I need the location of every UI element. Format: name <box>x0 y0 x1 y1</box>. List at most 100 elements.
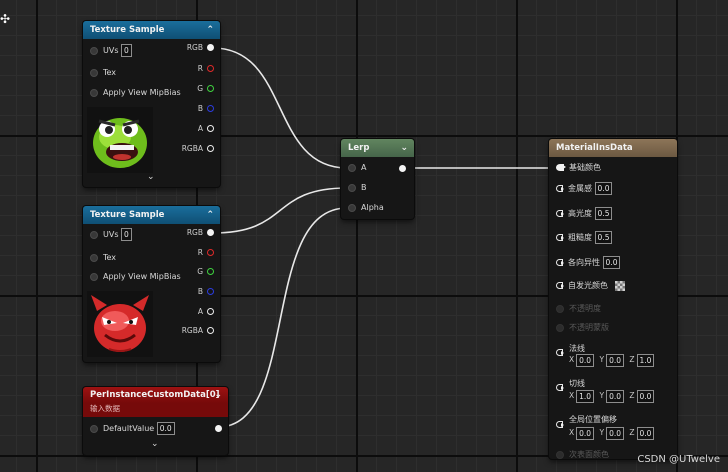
input-tex[interactable]: Tex <box>90 251 116 265</box>
input-pin-icon[interactable] <box>90 88 98 97</box>
input-anisotropy[interactable]: 各向异性 0.0 <box>556 256 621 270</box>
normal-y-field[interactable]: 0.0 <box>606 353 624 367</box>
collapse-chevron-icon[interactable]: ⌃ <box>206 206 214 224</box>
specular-value-field[interactable]: 0.5 <box>594 207 613 220</box>
output-pin-icon[interactable] <box>399 165 406 172</box>
input-roughness[interactable]: 粗糙度 0.5 <box>556 231 613 245</box>
output-pin-icon[interactable] <box>207 268 214 275</box>
texture-sample-node-1[interactable]: Texture Sample ⌃ UVs 0 Tex Apply View Mi… <box>83 21 220 187</box>
lerp-input-b[interactable]: B <box>348 181 367 195</box>
input-apply-view-mipbias[interactable]: Apply View MipBias <box>90 270 181 284</box>
output-pin-icon[interactable] <box>207 308 214 315</box>
wpo-vector-fields[interactable]: X 0.0 Y 0.0 Z 0.0 <box>569 426 657 440</box>
input-pin-icon[interactable] <box>348 183 356 192</box>
input-pin-icon[interactable] <box>90 46 98 55</box>
tangent-y-field[interactable]: 0.0 <box>606 389 624 403</box>
tangent-vector-fields[interactable]: X 1.0 Y 0.0 Z 0.0 <box>569 389 657 403</box>
expand-chevron-icon[interactable]: ⌄ <box>147 172 155 182</box>
output-pin-icon[interactable] <box>207 105 214 112</box>
tangent-z-field[interactable]: 0.0 <box>636 389 655 403</box>
input-pin-icon[interactable] <box>556 234 564 241</box>
collapse-chevron-icon[interactable]: ⌃ <box>206 21 214 39</box>
output-pin-icon[interactable] <box>207 85 214 92</box>
output-a[interactable]: A <box>198 305 214 319</box>
watermark: CSDN @UTwelve <box>637 454 720 465</box>
output-b[interactable]: B <box>198 102 214 116</box>
node-header[interactable]: Lerp ⌄ <box>341 139 414 157</box>
tangent-x-field[interactable]: 1.0 <box>576 389 595 403</box>
output-r[interactable]: R <box>198 246 214 260</box>
uvs-value-field[interactable]: 0 <box>121 44 132 57</box>
output-rgb[interactable]: RGB <box>187 226 214 240</box>
input-pin-icon[interactable] <box>348 163 356 172</box>
collapse-chevron-icon[interactable]: ⌄ <box>400 139 408 157</box>
collapse-chevron-icon[interactable]: ⌄ <box>214 387 222 403</box>
default-value-field[interactable]: 0.0 <box>156 422 175 435</box>
tangent-input-pin-icon[interactable] <box>556 384 564 391</box>
output-g[interactable]: G <box>197 265 214 279</box>
material-ins-data-node[interactable]: MaterialInsData 基础颜色 金属感 0.0 高光度 0.5 粗糙度… <box>549 139 677 459</box>
input-pin-icon[interactable] <box>90 230 98 239</box>
wpo-y-field[interactable]: 0.0 <box>606 426 624 440</box>
normal-z-field[interactable]: 1.0 <box>636 353 655 367</box>
output-g[interactable]: G <box>197 82 214 96</box>
input-base-color[interactable]: 基础颜色 <box>556 161 601 175</box>
input-pin-icon[interactable] <box>556 259 564 266</box>
anisotropy-value-field[interactable]: 0.0 <box>602 256 621 269</box>
input-pin-icon[interactable] <box>90 424 98 433</box>
input-pin-icon[interactable] <box>90 272 98 281</box>
normal-vector-fields[interactable]: X 0.0 Y 0.0 Z 1.0 <box>569 353 657 367</box>
output-b[interactable]: B <box>198 285 214 299</box>
input-emissive-color[interactable]: 自发光颜色 <box>556 279 625 293</box>
output-pin-icon[interactable] <box>207 65 214 72</box>
input-default-value[interactable]: DefaultValue 0.0 <box>90 422 175 436</box>
output-rgb[interactable]: RGB <box>187 41 214 55</box>
wpo-input-pin-icon[interactable] <box>556 421 564 428</box>
node-header[interactable]: Texture Sample ⌃ <box>83 206 220 224</box>
node-header[interactable]: PerInstanceCustomData[0] ⌄ <box>83 387 228 403</box>
input-pin-icon[interactable] <box>90 68 98 77</box>
normal-x-field[interactable]: 0.0 <box>576 353 595 367</box>
input-pin-icon[interactable] <box>556 185 564 192</box>
wpo-x-field[interactable]: 0.0 <box>576 426 595 440</box>
input-tex[interactable]: Tex <box>90 66 116 80</box>
lerp-input-a[interactable]: A <box>348 161 366 175</box>
input-metallic[interactable]: 金属感 0.0 <box>556 182 613 196</box>
input-pin-icon[interactable] <box>556 210 564 217</box>
lerp-node[interactable]: Lerp ⌄ A B Alpha <box>341 139 414 219</box>
node-header[interactable]: Texture Sample ⌃ <box>83 21 220 39</box>
output-rgba[interactable]: RGBA <box>182 324 214 338</box>
input-pin-icon[interactable] <box>556 282 564 289</box>
wpo-z-field[interactable]: 0.0 <box>636 426 655 440</box>
per-instance-custom-data-node[interactable]: PerInstanceCustomData[0] ⌄ 输入数据 DefaultV… <box>83 387 228 455</box>
input-pin-icon[interactable] <box>348 203 356 212</box>
input-specular[interactable]: 高光度 0.5 <box>556 207 613 221</box>
output-pin-icon[interactable] <box>207 145 214 152</box>
input-apply-view-mipbias[interactable]: Apply View MipBias <box>90 86 181 100</box>
connected-pin-icon[interactable] <box>556 164 566 171</box>
output-pin-icon[interactable] <box>207 249 214 256</box>
input-uvs[interactable]: UVs 0 <box>90 228 132 242</box>
roughness-value-field[interactable]: 0.5 <box>594 231 613 244</box>
input-pin-icon[interactable] <box>90 253 98 262</box>
color-swatch-icon[interactable] <box>614 280 625 291</box>
output-pin-icon[interactable] <box>207 288 214 295</box>
output-pin-icon[interactable] <box>215 425 222 432</box>
expand-chevron-icon[interactable]: ⌄ <box>151 439 159 449</box>
output-r[interactable]: R <box>198 62 214 76</box>
input-uvs[interactable]: UVs 0 <box>90 44 132 58</box>
node-header[interactable]: MaterialInsData <box>549 139 677 157</box>
normal-input-pin-icon[interactable] <box>556 349 564 356</box>
uvs-value-field[interactable]: 0 <box>121 228 132 241</box>
output-rgba[interactable]: RGBA <box>182 142 214 156</box>
output-pin-icon[interactable] <box>207 229 214 236</box>
texture-sample-node-2[interactable]: Texture Sample ⌃ UVs 0 Tex Apply View Mi… <box>83 206 220 362</box>
output-a[interactable]: A <box>198 122 214 136</box>
output-pin-icon[interactable] <box>207 125 214 132</box>
output-pin-icon[interactable] <box>207 44 214 51</box>
lerp-input-alpha[interactable]: Alpha <box>348 201 384 215</box>
node-title: Lerp <box>348 143 370 153</box>
metallic-value-field[interactable]: 0.0 <box>594 182 613 195</box>
world-position-offset-label: 全局位置偏移 <box>569 415 617 424</box>
output-pin-icon[interactable] <box>207 327 214 334</box>
